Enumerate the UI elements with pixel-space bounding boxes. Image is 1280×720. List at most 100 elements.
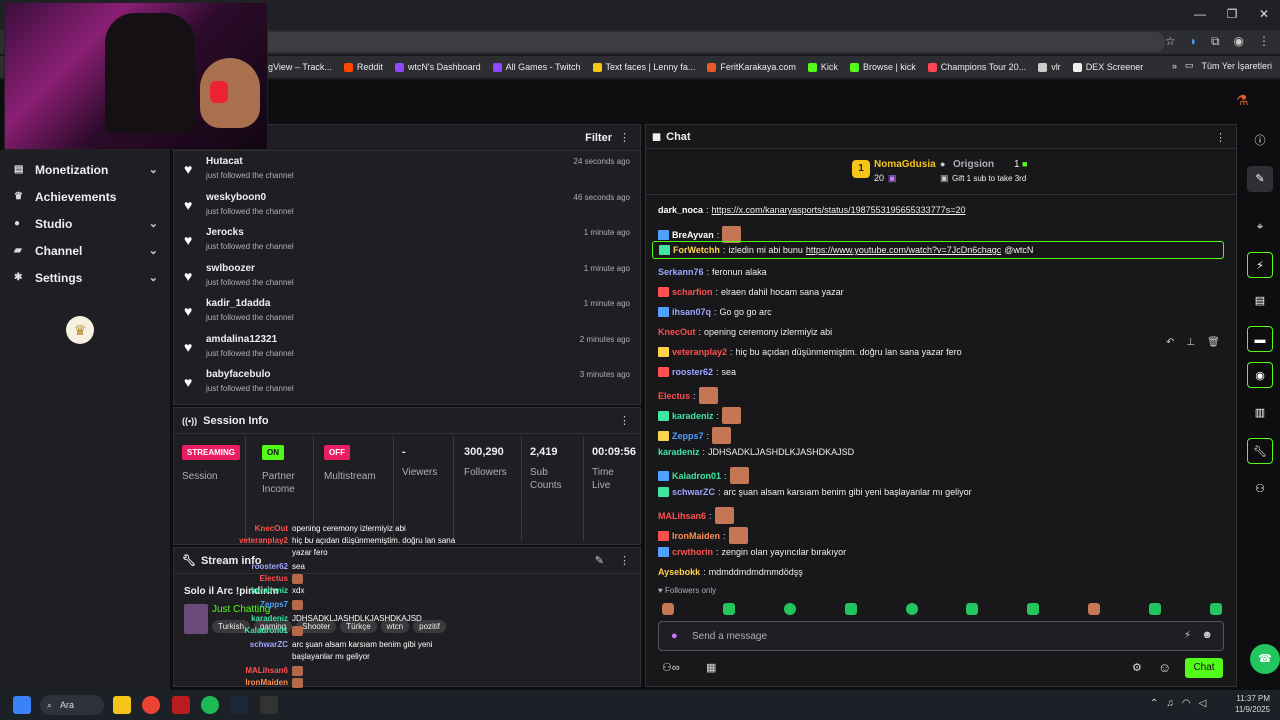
bookmark-item[interactable]: wtcN's Dashboard [394, 62, 481, 72]
spotify-icon[interactable] [201, 696, 219, 714]
sidebar-item-channel[interactable]: ▰ Channel ⌄ [0, 237, 170, 264]
bolt-icon[interactable]: ⚡︎ [1184, 630, 1191, 641]
menu-icon[interactable]: ⋮ [1258, 34, 1270, 49]
chat-username[interactable]: Aysebokk [658, 567, 700, 577]
chat-username[interactable]: karadeniz [658, 447, 700, 457]
emote-icon[interactable] [1088, 603, 1101, 615]
activity-user[interactable]: babyfacebulo [206, 369, 270, 380]
mic-icon[interactable]: ● [671, 630, 678, 642]
document-icon[interactable]: ▤ [1247, 288, 1273, 314]
chat-username[interactable]: ForWetchh [673, 245, 720, 255]
chat-username[interactable]: schwarZC [672, 487, 715, 497]
chat-username[interactable]: crwthorin [672, 547, 713, 557]
sidebar-item-studio[interactable]: ● Studio ⌄ [0, 210, 170, 237]
chevron-down-icon[interactable]: ⌄ [149, 163, 158, 176]
reply-icon[interactable]: ↶ [1166, 337, 1174, 348]
emote-icon[interactable] [1149, 603, 1161, 615]
chat-username[interactable]: ihsan07q [672, 307, 711, 317]
chat-input[interactable]: ● Send a message ⚡︎ ☻ [658, 621, 1224, 651]
emote-icon[interactable] [1027, 603, 1040, 615]
windows-start-icon[interactable] [13, 696, 31, 714]
address-bar[interactable] [260, 32, 1165, 52]
bookmark-item[interactable]: Champions Tour 20... [927, 62, 1026, 72]
chat-username[interactable]: veteranplay2 [672, 347, 727, 357]
emote-icon[interactable] [1209, 603, 1222, 615]
mic-tray-icon[interactable]: ♫ [1166, 698, 1174, 709]
volume-icon[interactable]: ◁ [1199, 698, 1207, 709]
printer-icon[interactable]: ▥ [1247, 400, 1273, 426]
bookmark-item[interactable]: FeritKarakaya.com [707, 62, 796, 72]
partner-on-badge[interactable]: ON [262, 445, 284, 460]
puzzle-icon[interactable]: ⧉ [1211, 34, 1220, 49]
chat-username[interactable]: Zepps7 [672, 431, 704, 441]
profile-icon[interactable]: ◉ [1234, 34, 1244, 49]
kebab-icon[interactable]: ⋮ [619, 414, 630, 427]
bookmark-item[interactable]: Text faces | Lenny fa... [592, 62, 695, 72]
info-icon[interactable]: ⓘ [1247, 128, 1273, 154]
chrome-icon[interactable] [142, 696, 160, 714]
share-icon[interactable]: ⚇ [1247, 476, 1273, 502]
gift-cta[interactable]: Gift 1 sub to take 3rd [952, 174, 1026, 183]
chevron-down-icon[interactable]: ⌄ [149, 271, 158, 284]
activity-user[interactable]: amdalina12321 [206, 334, 277, 345]
bookmark-item[interactable]: Reddit [343, 62, 383, 72]
channel-avatar[interactable]: ♛ [66, 316, 94, 344]
chat-username[interactable]: Serkann76 [658, 267, 704, 277]
sidebar-item-monetization[interactable]: ▤ Monetization ⌄ [0, 156, 170, 183]
taskbar-clock[interactable]: 11:37 PM 11/9/2025 [1230, 693, 1270, 715]
activity-user[interactable]: swlboozer [206, 263, 255, 274]
all-bookmarks[interactable]: Tüm Yer İşaretleri [1201, 61, 1272, 71]
filter-button[interactable]: Filter [585, 132, 612, 144]
steam-icon[interactable] [230, 696, 248, 714]
close-icon[interactable]: ✕ [1248, 0, 1280, 28]
chat-username[interactable]: IronMaiden [672, 531, 720, 541]
bookmarks-overflow[interactable]: » [1172, 61, 1177, 71]
chat-send-button[interactable]: Chat [1185, 658, 1223, 678]
chat-username[interactable]: BreAyvan [672, 230, 714, 240]
emote-icon[interactable] [722, 603, 735, 615]
wrench-tool-icon[interactable]: 🔧︎ [1247, 438, 1273, 464]
activity-user[interactable]: Jerocks [206, 227, 244, 238]
chat-username[interactable]: Kaladron01 [672, 471, 721, 481]
kebab-icon[interactable]: ⋮ [619, 131, 630, 144]
bookmark-item[interactable]: Kick [807, 62, 838, 72]
leader-name[interactable]: NomaGdusia [874, 159, 936, 170]
chat-username[interactable]: dark_noca [658, 205, 703, 215]
emote-icon[interactable] [905, 603, 918, 615]
bookmark-item[interactable]: vlr [1038, 62, 1061, 72]
taskbar-search[interactable]: ⌕ Ara [40, 695, 104, 715]
kebab-icon[interactable]: ⋮ [619, 554, 630, 567]
bookmark-item[interactable]: DEX Screener [1072, 62, 1143, 72]
kebab-icon[interactable]: ⋮ [1215, 131, 1226, 144]
minimize-icon[interactable]: — [1184, 0, 1216, 28]
emote-icon[interactable] [783, 603, 796, 615]
support-chat-icon[interactable]: ☎ [1250, 644, 1280, 674]
chat-mention[interactable]: @wtcN [1004, 245, 1033, 255]
emote-icon[interactable] [966, 603, 979, 615]
chat-tool-icon[interactable]: ▬ [1247, 326, 1273, 352]
chevron-up-icon[interactable]: ⌃ [1150, 698, 1158, 709]
broadcast-tool-icon[interactable]: ◉ [1247, 362, 1273, 388]
chat-message-link[interactable]: https://www.youtube.com/watch?v=7JcDn6ch… [806, 245, 1001, 255]
sidebar-item-settings[interactable]: ✱ Settings ⌄ [0, 264, 170, 291]
chat-username[interactable]: scharfion [672, 287, 713, 297]
second-name[interactable]: Origsion [953, 159, 994, 170]
bookmark-item[interactable]: Browse | kick [849, 62, 916, 72]
chat-username[interactable]: MALihsan6 [658, 511, 706, 521]
app-logo-icon[interactable]: ⚗ [1236, 92, 1252, 108]
sidebar-item-achievements[interactable]: ♛ Achievements [0, 183, 170, 210]
chat-username[interactable]: karadeniz [672, 411, 714, 421]
chat-message-text[interactable]: https://x.com/kanaryasports/status/19875… [712, 205, 966, 215]
pin-icon[interactable]: ⊥ [1186, 337, 1195, 348]
chevron-down-icon[interactable]: ⌄ [149, 244, 158, 257]
crop-icon[interactable]: ⌖ [1247, 214, 1273, 240]
chat-settings-icon[interactable]: ⚙ [1132, 661, 1142, 674]
multistream-off-badge[interactable]: OFF [324, 445, 350, 460]
obs-icon[interactable] [260, 696, 278, 714]
app-icon[interactable] [172, 696, 190, 714]
emoji-icon[interactable]: ☻ [1201, 629, 1213, 641]
chevron-down-icon[interactable]: ⌄ [149, 217, 158, 230]
extension-icon[interactable]: ◗ [1190, 34, 1197, 49]
chat-username[interactable]: Electus [658, 391, 690, 401]
activity-user[interactable]: kadir_1dadda [206, 298, 270, 309]
